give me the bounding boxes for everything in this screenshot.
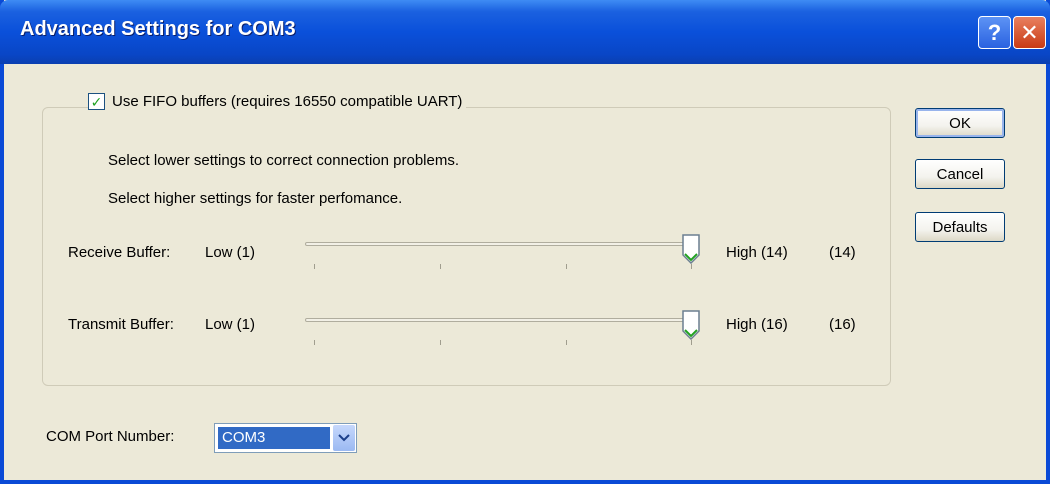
hint-lower: Select lower settings to correct connect… <box>108 152 459 169</box>
com-port-label: COM Port Number: <box>46 428 175 445</box>
help-icon: ? <box>987 19 1002 45</box>
cancel-button[interactable]: Cancel <box>915 159 1005 189</box>
receive-low-label: Low (1) <box>205 244 256 261</box>
check-icon: ✓ <box>90 93 103 110</box>
receive-tick <box>314 264 315 269</box>
receive-slider-thumb[interactable] <box>681 234 701 264</box>
transmit-tick <box>691 340 692 345</box>
receive-value: (14) <box>829 244 856 261</box>
transmit-value: (16) <box>829 316 856 333</box>
transmit-high-label: High (16) <box>726 316 788 333</box>
receive-tick <box>440 264 441 269</box>
transmit-low-label: Low (1) <box>205 316 256 333</box>
receive-buffer-label: Receive Buffer: <box>68 244 171 261</box>
transmit-buffer-label: Transmit Buffer: <box>68 316 174 333</box>
help-button[interactable]: ? <box>978 16 1011 49</box>
fifo-checkbox[interactable]: ✓ <box>88 93 105 110</box>
transmit-slider-thumb[interactable] <box>681 310 701 340</box>
transmit-slider-track[interactable] <box>305 318 695 322</box>
chevron-down-icon <box>338 434 350 442</box>
receive-slider-track[interactable] <box>305 242 695 246</box>
receive-high-label: High (14) <box>726 244 788 261</box>
transmit-tick <box>440 340 441 345</box>
fifo-checkbox-label: Use FIFO buffers (requires 16550 compati… <box>112 93 463 110</box>
title-bar[interactable]: Advanced Settings for COM3 ? ✕ <box>0 0 1050 64</box>
window-title: Advanced Settings for COM3 <box>20 18 296 40</box>
receive-tick <box>691 264 692 269</box>
transmit-tick <box>566 340 567 345</box>
close-button[interactable]: ✕ <box>1013 16 1046 49</box>
dropdown-button[interactable] <box>333 425 355 451</box>
defaults-button[interactable]: Defaults <box>915 212 1005 242</box>
close-icon: ✕ <box>1020 19 1039 45</box>
com-port-value: COM3 <box>218 427 330 449</box>
receive-tick <box>566 264 567 269</box>
hint-higher: Select higher settings for faster perfom… <box>108 190 403 207</box>
fifo-checkbox-row[interactable]: ✓ Use FIFO buffers (requires 16550 compa… <box>88 93 467 110</box>
ok-button[interactable]: OK <box>915 108 1005 138</box>
com-port-select[interactable]: COM3 <box>214 423 357 453</box>
transmit-tick <box>314 340 315 345</box>
